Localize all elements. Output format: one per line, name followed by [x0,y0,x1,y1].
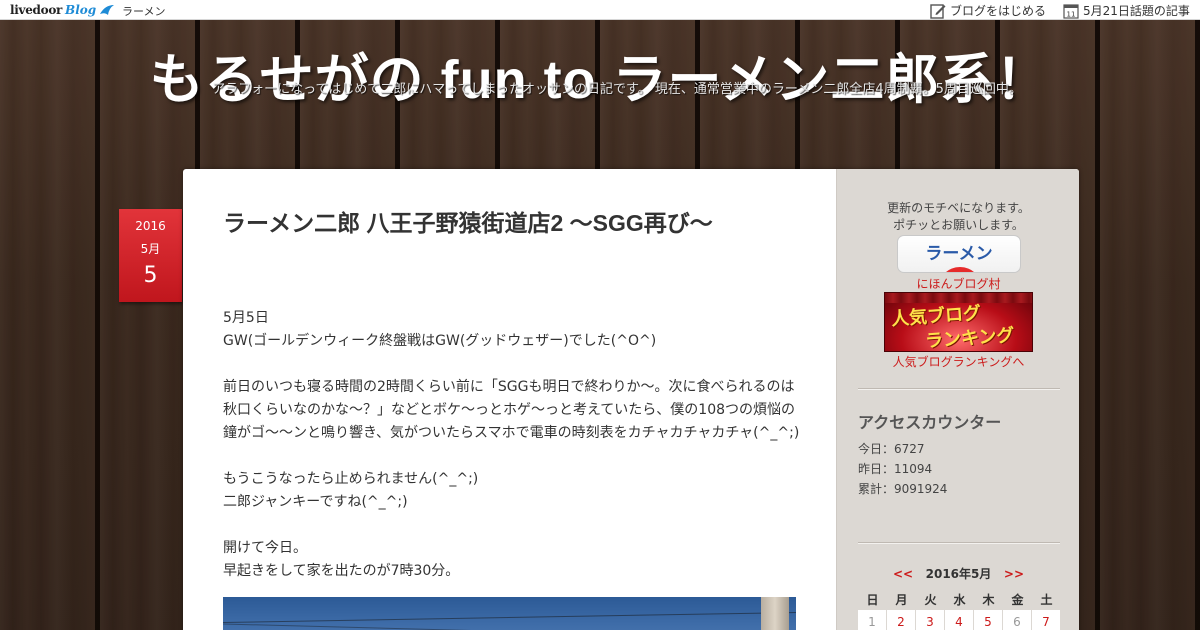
trending-articles-link[interactable]: 11 5月21日話題の記事 [1063,2,1190,19]
counter-yesterday: 昨日：11094 [858,462,933,476]
blog-ranking-link[interactable]: 人気ブログランキングへ [837,353,1080,370]
post-date-day: 5 [143,263,158,288]
calendar-days: 1 2 3 4 5 6 7 [858,610,1061,630]
ramen-banner-label: ラーメン [925,244,993,264]
sidebar-divider [858,542,1060,544]
access-counter-heading: アクセスカウンター [858,413,1002,432]
edit-icon [930,3,946,19]
photo-wire [223,611,796,624]
calendar-day-link[interactable]: 5 [974,610,1002,630]
calendar-prev-link[interactable]: << [893,567,913,581]
counter-today: 今日：6727 [858,442,925,456]
blog-ranking-banner[interactable]: 人気ブログ ランキング [884,292,1033,352]
post-date-badge: 2016 5月 5 [119,209,182,302]
calendar-weekday: 火 [924,593,937,607]
calendar-weekday: 金 [1011,593,1024,607]
photo-pole [761,597,789,630]
nihon-blog-mura-banner[interactable]: ラーメン [897,235,1021,273]
post-line: 開けて今日。 [223,540,307,556]
photo-wire [223,623,796,630]
post-date-month: 5月 [140,242,161,256]
main-content: ラーメン二郎 八王子野猿街道店2 〜SGG再び〜 5月5日 GW(ゴールデンウィ… [183,169,1079,630]
post-line: 早起きをして家を出たのが7時30分。 [223,563,460,579]
category-crumb-link[interactable]: ラーメン [122,3,166,19]
post-date-year: 2016 [135,219,166,233]
logo-blog-text: Blog [65,3,97,17]
calendar-day: 1 [858,610,886,630]
post-line: GW(ゴールデンウィーク終盤戦はGW(グッドウェザー)でした(^O^) [223,333,657,349]
nihon-blog-mura-link[interactable]: にほんブログ村 [837,275,1080,292]
calendar-day-link[interactable]: 4 [945,610,973,630]
post-photo[interactable] [223,597,796,630]
calendar-next-link[interactable]: >> [1004,567,1024,581]
calendar-icon: 11 [1063,3,1079,19]
logo-livedoor-text: livedoor [10,3,63,17]
post-line: 二郎ジャンキーですね(^_^;) [223,494,408,510]
calendar-day-link[interactable]: 2 [887,610,915,630]
motivation-line-2: ポチッとお願いします。 [893,218,1024,232]
start-blog-link[interactable]: ブログをはじめる [930,2,1046,19]
calendar-weekday: 水 [953,593,966,607]
calendar-month-label: 2016年5月 [925,567,992,581]
post-line: もうこうなったら止められません(^_^;) [223,471,479,487]
calendar-day-link[interactable]: 3 [916,610,944,630]
post-line: 前日のいつも寝る時間の2時間くらい前に「SGGも明日で終わりか〜。次に食べられる… [223,379,795,395]
post-line: 秋口くらいなのかな〜？」などとボケ〜っとホゲ〜っと考えていたら、僕の108つの煩… [223,402,796,418]
calendar-day: 6 [1003,610,1031,630]
blog-description: アラフォーになってはじめて二郎にハマってしまったオッサンの日記です。 現在、通常… [212,82,1022,97]
calendar-header: << 2016年5月 >> [837,565,1080,582]
calendar-weekday: 土 [1040,593,1053,607]
counter-total: 累計：9091924 [858,482,948,496]
livedoor-blog-logo[interactable]: livedoor Blog [10,2,115,18]
post-line: 鐘がゴ〜〜ンと鳴り響き、気がついたらスマホで電車の時刻表をカチャカチャカチャ(^… [223,425,800,441]
calendar-icon-day: 11 [1067,10,1076,18]
bird-icon [100,5,115,15]
sidebar-divider [858,388,1060,390]
motivation-line-1: 更新のモチベになります。 [887,201,1030,215]
calendar-weekdays: 日 月 火 水 木 金 土 [858,591,1061,608]
post-title-link[interactable]: ラーメン二郎 八王子野猿街道店2 〜SGG再び〜 [223,207,783,240]
ranking-banner-line-2: ランキング [924,324,1016,352]
calendar-weekday: 日 [866,593,879,607]
calendar-weekday: 木 [982,593,995,607]
start-blog-label: ブログをはじめる [950,4,1047,18]
calendar-weekday: 月 [895,593,908,607]
sidebar: 更新のモチベになります。 ポチッとお願いします。 ラーメン にほんブログ村 人気… [836,169,1079,630]
calendar-day-link[interactable]: 7 [1032,610,1060,630]
trending-articles-label: 5月21日話題の記事 [1083,4,1190,18]
global-topbar: livedoor Blog ラーメン ブログをはじめる 11 5月21日話題の記… [0,0,1200,20]
motivation-text: 更新のモチベになります。 ポチッとお願いします。 [837,200,1080,234]
post-body: 5月5日 GW(ゴールデンウィーク終盤戦はGW(グッドウェザー)でした(^O^)… [223,307,813,583]
post-line: 5月5日 [223,310,269,326]
